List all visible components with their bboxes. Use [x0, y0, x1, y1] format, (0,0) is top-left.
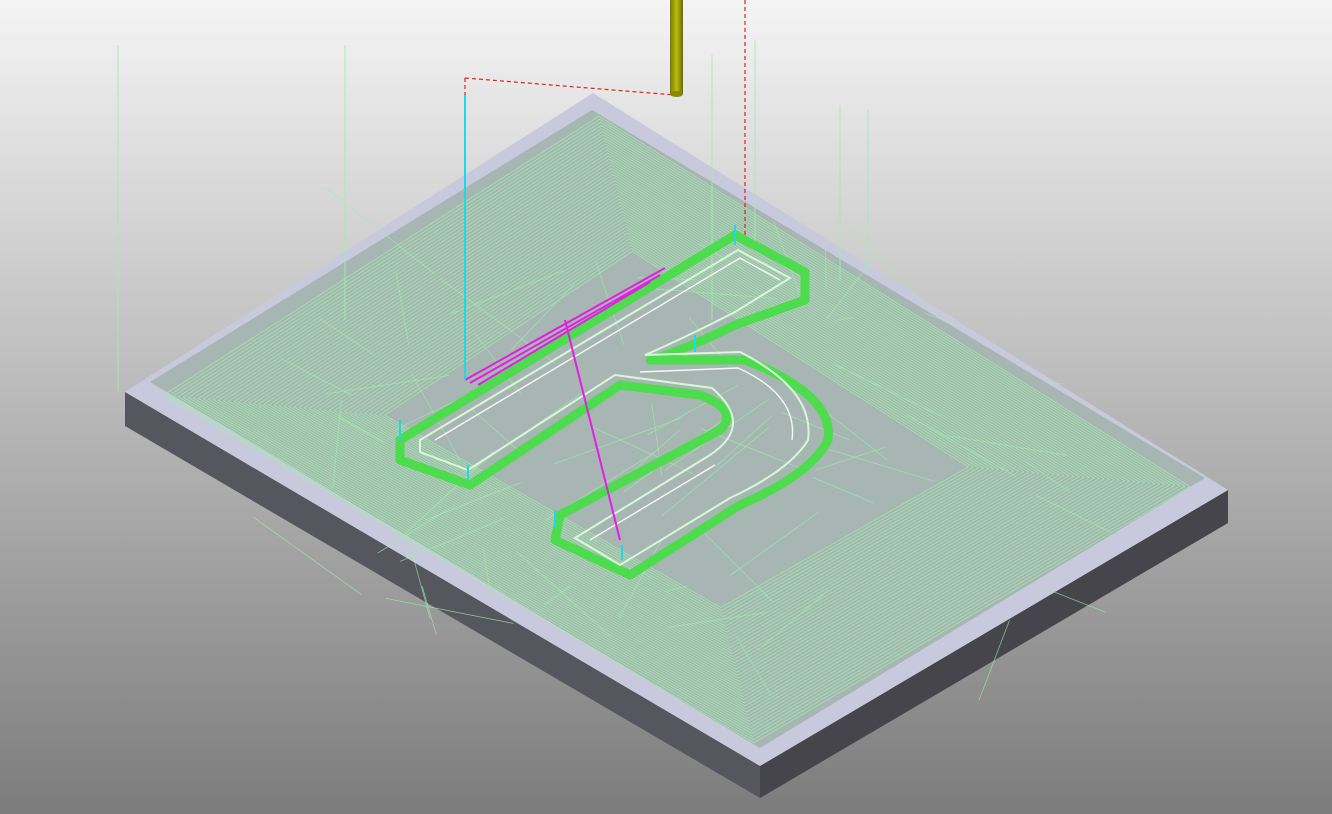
toolpath-scene — [0, 0, 1332, 814]
tool-shank — [670, 0, 683, 94]
cutting-tool — [670, 0, 683, 97]
tool-tip — [670, 91, 683, 97]
cam-3d-viewport[interactable] — [0, 0, 1332, 814]
